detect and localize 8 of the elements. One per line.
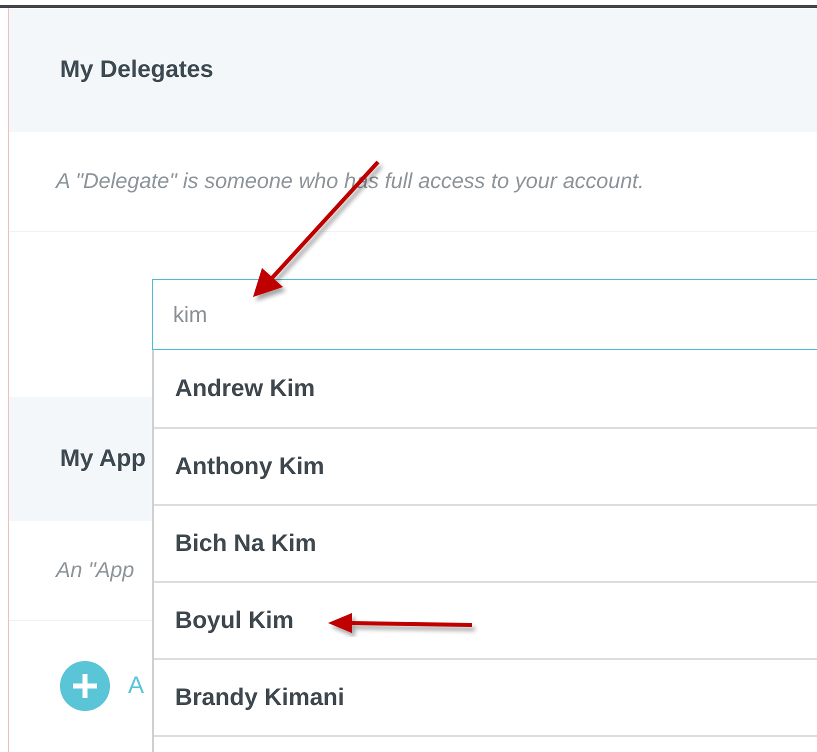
suggestion-item[interactable]: Andrew Kim [154, 350, 817, 429]
section-description: An "App [56, 558, 134, 583]
suggestion-item[interactable]: Bich Na Kim [154, 506, 817, 583]
section-title: My Delegates [60, 56, 214, 84]
section-title: My App [60, 445, 146, 473]
add-icon[interactable] [60, 661, 110, 711]
suggestion-item[interactable]: Brandy Kimani [154, 660, 817, 737]
suggestion-item[interactable]: Anthony Kim [154, 429, 817, 506]
